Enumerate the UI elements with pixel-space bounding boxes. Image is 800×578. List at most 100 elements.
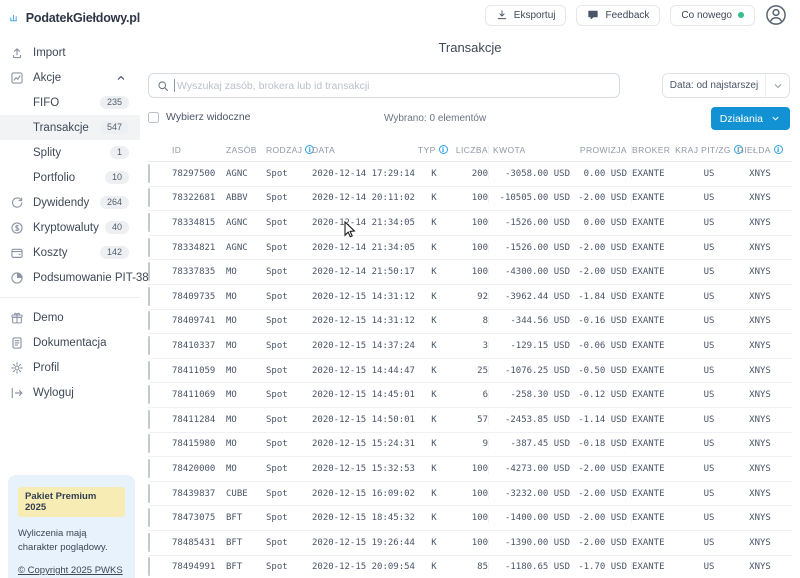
column-label: KRAJ PIT/ZG bbox=[675, 145, 731, 155]
sidebar-item-label: Import bbox=[33, 47, 140, 59]
column-header-kraj-pit-zg[interactable]: KRAJ PIT/ZGi bbox=[680, 145, 738, 155]
table-row[interactable]: 78485431BFTSpot2020-12-15 19:26:44K100-1… bbox=[148, 531, 792, 556]
row-checkbox[interactable] bbox=[148, 188, 150, 207]
row-checkbox[interactable] bbox=[148, 484, 150, 503]
row-checkbox[interactable] bbox=[148, 508, 150, 527]
cell-prowizja: 0.00 USD bbox=[570, 169, 632, 179]
row-checkbox[interactable] bbox=[148, 262, 150, 281]
cell-broker: EXANTE bbox=[632, 390, 680, 400]
row-checkbox[interactable] bbox=[148, 410, 150, 429]
cell-data: 2020-12-14 21:34:05 bbox=[312, 243, 418, 253]
cell-rodzaj: Spot bbox=[266, 513, 312, 523]
table-row[interactable]: 78439837CUBESpot2020-12-15 16:09:02K100-… bbox=[148, 482, 792, 507]
export-label: Eksportuj bbox=[514, 10, 556, 21]
chevron-up-icon[interactable] bbox=[115, 72, 127, 84]
app-logo[interactable]: PodatekGiełdowy.pl bbox=[0, 0, 140, 26]
table-row[interactable]: 78411069MOSpot2020-12-15 14:45:01K6-258.… bbox=[148, 383, 792, 408]
copyright-link[interactable]: © Copyright 2025 PWKS bbox=[18, 565, 123, 576]
column-header-broker[interactable]: BROKER bbox=[632, 145, 680, 155]
cell-id: 78322681 bbox=[172, 193, 226, 203]
table-row[interactable]: 78409735MOSpot2020-12-15 14:31:12K92-396… bbox=[148, 285, 792, 310]
table-row[interactable]: 78473075BFTSpot2020-12-15 18:45:32K100-1… bbox=[148, 506, 792, 531]
table-row[interactable]: 78420000MOSpot2020-12-15 15:32:53K100-42… bbox=[148, 457, 792, 482]
table-row[interactable]: 78337835MOSpot2020-12-14 21:50:17K100-43… bbox=[148, 260, 792, 285]
search-input[interactable] bbox=[175, 80, 619, 92]
cell-rodzaj: Spot bbox=[266, 292, 312, 302]
cell-rodzaj: Spot bbox=[266, 366, 312, 376]
sidebar-item-label: Kryptowaluty bbox=[33, 222, 105, 234]
count-badge: 547 bbox=[100, 121, 129, 134]
row-checkbox[interactable] bbox=[148, 238, 150, 257]
chart-square-icon bbox=[10, 71, 24, 85]
row-checkbox[interactable] bbox=[148, 361, 150, 380]
sidebar-item-dywidendy[interactable]: Dywidendy264 bbox=[0, 190, 140, 215]
table-row[interactable]: 78411059MOSpot2020-12-15 14:44:47K25-107… bbox=[148, 359, 792, 384]
cell-typ: K bbox=[418, 267, 450, 277]
avatar[interactable] bbox=[765, 4, 787, 26]
cell-rodzaj: Spot bbox=[266, 464, 312, 474]
cell-id: 78494991 bbox=[172, 562, 226, 572]
row-checkbox[interactable] bbox=[148, 557, 150, 576]
sidebar-item-akcje[interactable]: Akcje bbox=[0, 65, 140, 90]
info-icon[interactable]: i bbox=[439, 145, 448, 154]
sidebar-item-wyloguj[interactable]: Wyloguj bbox=[0, 380, 140, 405]
column-header-id[interactable]: ID bbox=[172, 145, 226, 155]
table-row[interactable]: 78322681ABBVSpot2020-12-14 20:11:02K100-… bbox=[148, 187, 792, 212]
row-checkbox[interactable] bbox=[148, 287, 150, 306]
table-row[interactable]: 78494991BFTSpot2020-12-15 20:09:54K85-11… bbox=[148, 556, 792, 578]
cell-kraj-pit-zg: US bbox=[680, 292, 738, 302]
column-header-zasob[interactable]: ZASÓB bbox=[226, 145, 266, 155]
cell-broker: EXANTE bbox=[632, 513, 680, 523]
whats-new-button[interactable]: Co nowego bbox=[670, 5, 755, 26]
column-header-kwota[interactable]: KWOTA bbox=[488, 145, 570, 155]
row-checkbox[interactable] bbox=[148, 459, 150, 478]
row-checkbox[interactable] bbox=[148, 434, 150, 453]
column-header-data[interactable]: DATA bbox=[312, 145, 418, 155]
sidebar-item-splity[interactable]: Splity1 bbox=[0, 140, 140, 165]
sidebar-item-portfolio[interactable]: Portfolio10 bbox=[0, 165, 140, 190]
column-header-typ[interactable]: TYPi bbox=[418, 145, 450, 155]
sidebar-item-fifo[interactable]: FIFO235 bbox=[0, 90, 140, 115]
sidebar-item-import[interactable]: Import bbox=[0, 40, 140, 65]
sidebar-item-koszty[interactable]: Koszty142 bbox=[0, 240, 140, 265]
row-checkbox[interactable] bbox=[148, 336, 150, 355]
column-header-rodzaj[interactable]: RODZAJi bbox=[266, 145, 312, 155]
select-visible-checkbox[interactable]: Wybierz widoczne bbox=[148, 111, 251, 123]
row-checkbox[interactable] bbox=[148, 385, 150, 404]
cell-broker: EXANTE bbox=[632, 366, 680, 376]
table-row[interactable]: 78409741MOSpot2020-12-15 14:31:12K8-344.… bbox=[148, 310, 792, 335]
actions-button[interactable]: Działania bbox=[711, 107, 790, 130]
export-button[interactable]: Eksportuj bbox=[485, 5, 567, 26]
column-header-liczba[interactable]: LICZBA bbox=[450, 145, 488, 155]
premium-badge: Pakiet Premium 2025 bbox=[18, 487, 125, 517]
checkbox-icon[interactable] bbox=[148, 112, 159, 123]
table-row[interactable]: 78297500AGNCSpot2020-12-14 17:29:14K200-… bbox=[148, 162, 792, 187]
column-header-gielda[interactable]: GIEŁDAi bbox=[738, 145, 782, 155]
cell-gielda: XNYS bbox=[738, 243, 782, 253]
table-row[interactable]: 78410337MOSpot2020-12-15 14:37:24K3-129.… bbox=[148, 334, 792, 359]
sidebar-item-podsumowanie-pit-38[interactable]: Podsumowanie PIT-38 bbox=[0, 265, 140, 290]
cell-prowizja: -2.00 USD bbox=[570, 464, 632, 474]
sidebar-item-profil[interactable]: Profil bbox=[0, 355, 140, 380]
feedback-button[interactable]: Feedback bbox=[576, 5, 660, 26]
row-checkbox[interactable] bbox=[148, 164, 150, 183]
pie-icon bbox=[10, 271, 24, 285]
cell-typ: K bbox=[418, 366, 450, 376]
logout-icon bbox=[10, 386, 24, 400]
table-row[interactable]: 78415980MOSpot2020-12-15 15:24:31K9-387.… bbox=[148, 433, 792, 458]
sidebar-item-transakcje[interactable]: Transakcje547 bbox=[0, 115, 140, 140]
table-row[interactable]: 78411284MOSpot2020-12-15 14:50:01K57-245… bbox=[148, 408, 792, 433]
row-checkbox[interactable] bbox=[148, 533, 150, 552]
info-icon[interactable]: i bbox=[774, 145, 783, 154]
table-row[interactable]: 78334821AGNCSpot2020-12-14 21:34:05K100-… bbox=[148, 236, 792, 261]
sidebar-item-kryptowaluty[interactable]: Kryptowaluty40 bbox=[0, 215, 140, 240]
row-checkbox[interactable] bbox=[148, 311, 150, 330]
row-checkbox[interactable] bbox=[148, 213, 150, 232]
cell-liczba: 100 bbox=[450, 513, 488, 523]
sidebar-item-dokumentacja[interactable]: Dokumentacja bbox=[0, 330, 140, 355]
cell-gielda: XNYS bbox=[738, 464, 782, 474]
column-header-prowizja[interactable]: PROWIZJA bbox=[570, 145, 632, 155]
sort-dropdown[interactable]: Data: od najstarszej bbox=[662, 73, 790, 98]
sidebar-item-demo[interactable]: Demo bbox=[0, 305, 140, 330]
table-row[interactable]: 78334815AGNCSpot2020-12-14 21:34:05K100-… bbox=[148, 211, 792, 236]
